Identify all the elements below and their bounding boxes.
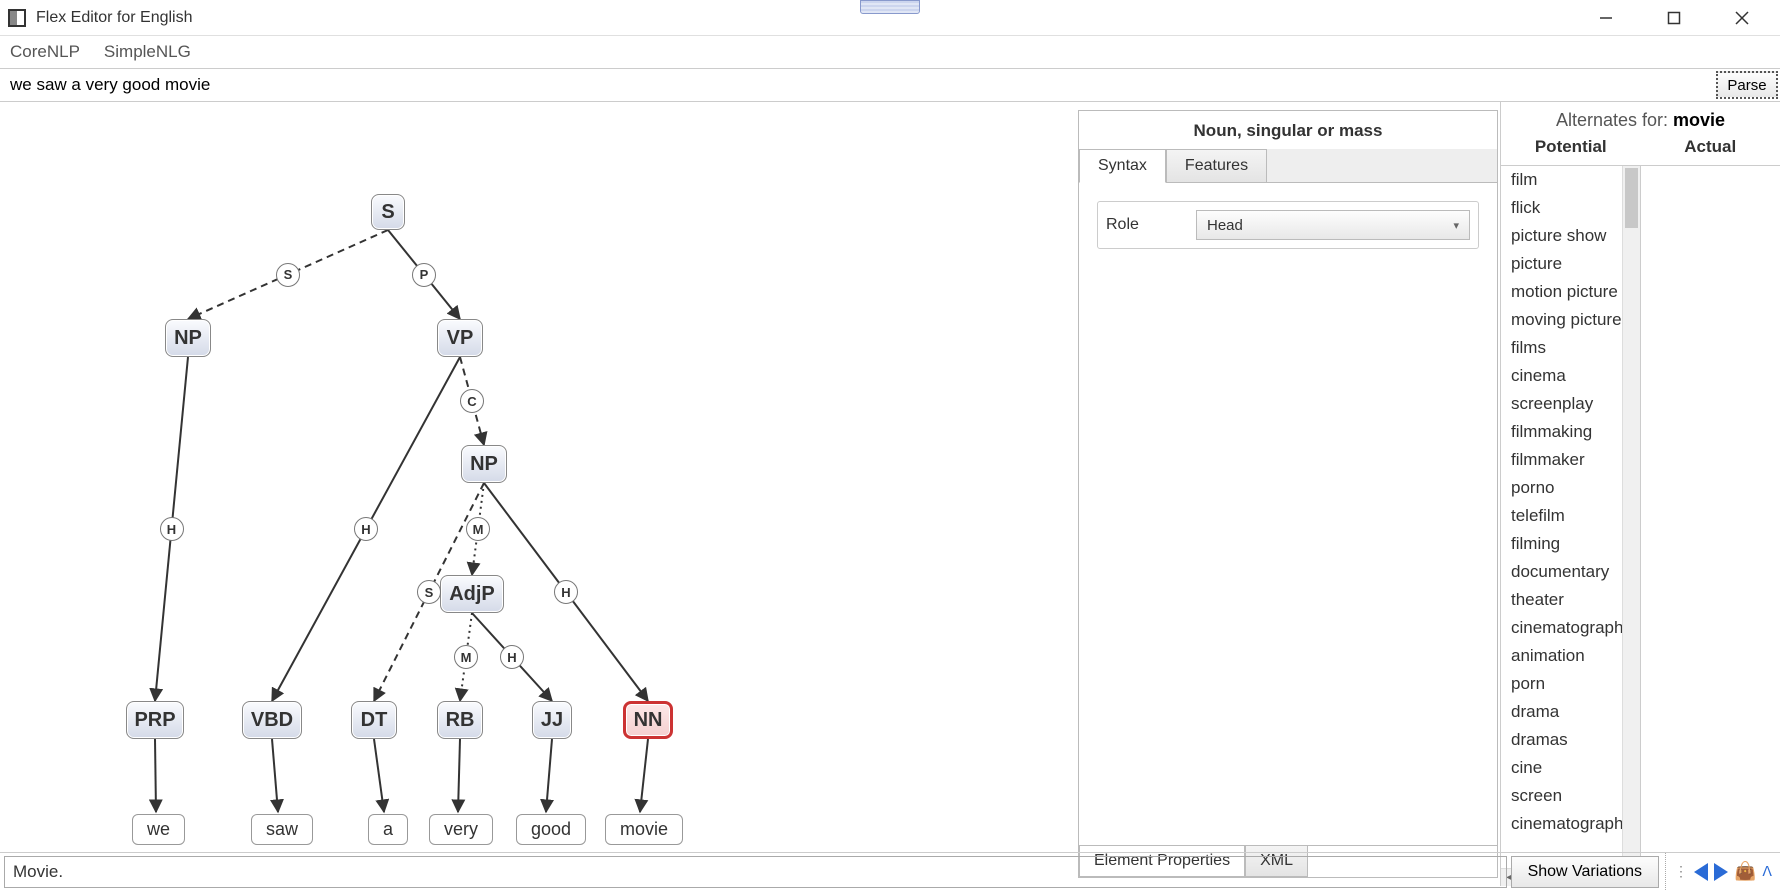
tree-node-NN[interactable]: NN [623,701,673,739]
list-item[interactable]: filming [1501,530,1622,558]
nav-prev-button[interactable] [1694,863,1708,881]
tree-node-VP[interactable]: VP [437,319,483,357]
list-item[interactable]: telefilm [1501,502,1622,530]
tree-svg [0,102,830,862]
list-item[interactable]: cinema [1501,362,1622,390]
edge-label: H [554,580,578,604]
parse-row: Parse [0,68,1780,102]
titlebar: Flex Editor for English [0,0,1780,36]
list-item[interactable]: animation [1501,642,1622,670]
tree-node-AdjP[interactable]: AdjP [440,575,504,613]
potential-list[interactable]: filmflickpicture showpicturemotion pictu… [1501,166,1641,886]
bag-icon[interactable]: 👜 [1734,861,1756,882]
tree-node-RB[interactable]: RB [437,701,483,739]
list-item[interactable]: screenplay [1501,390,1622,418]
window-title: Flex Editor for English [36,9,193,27]
menu-corenlp[interactable]: CoreNLP [10,42,80,62]
tree-node-NP1[interactable]: NP [165,319,211,357]
list-item[interactable]: films [1501,334,1622,362]
close-button[interactable] [1722,4,1762,32]
list-item[interactable]: film [1501,166,1622,194]
edge-label: S [276,263,300,287]
role-label: Role [1106,216,1196,234]
col-potential: Potential [1501,133,1641,165]
tree-node-DT[interactable]: DT [351,701,397,739]
list-item[interactable]: picture [1501,250,1622,278]
role-select-value: Head [1207,217,1243,234]
tree-leaf[interactable]: saw [251,814,313,845]
output-text: Movie. [4,856,1507,888]
list-item[interactable]: filmmaker [1501,446,1622,474]
alternates-title: Alternates for: movie [1501,102,1780,133]
tree-node-S[interactable]: S [371,194,405,230]
list-item[interactable]: cinematography [1501,614,1622,642]
role-select[interactable]: Head ▾ [1196,210,1470,240]
bottombar: Movie. Show Variations ⋮ 👜 ᐱ [0,852,1780,890]
sentence-input[interactable] [0,69,1714,101]
nav-next-button[interactable] [1714,863,1728,881]
list-item[interactable]: cinematographic [1501,810,1622,838]
tree-leaf[interactable]: we [132,814,185,845]
dots-icon: ⋮ [1674,863,1688,880]
list-item[interactable]: documentary [1501,558,1622,586]
edge-label: M [454,645,478,669]
list-item[interactable]: porno [1501,474,1622,502]
chevron-down-icon: ▾ [1453,219,1459,232]
list-item[interactable]: dramas [1501,726,1622,754]
list-item[interactable]: screen [1501,782,1622,810]
drag-handle[interactable] [860,0,920,14]
alternates-sidebar: Alternates for: movie Potential Actual f… [1500,102,1780,886]
list-item[interactable]: cine [1501,754,1622,782]
edge-label: M [466,517,490,541]
edge-label: H [160,517,184,541]
list-item[interactable]: picture show [1501,222,1622,250]
role-row: Role Head ▾ [1097,201,1479,249]
tab-syntax[interactable]: Syntax [1079,149,1166,183]
actual-list[interactable] [1641,166,1780,886]
scrollbar-vertical[interactable]: ▲ ▼ [1622,166,1640,868]
tree-node-VBD[interactable]: VBD [242,701,302,739]
tree-leaf[interactable]: a [368,814,408,845]
tree-leaf[interactable]: movie [605,814,683,845]
tree-node-NP2[interactable]: NP [461,445,507,483]
edge-label: H [500,645,524,669]
app-icon [8,9,26,27]
list-item[interactable]: motion picture [1501,278,1622,306]
chevron-up-icon[interactable]: ᐱ [1762,863,1772,880]
minimize-button[interactable] [1586,4,1626,32]
show-variations-button[interactable]: Show Variations [1511,856,1659,888]
list-item[interactable]: porn [1501,670,1622,698]
tree-area[interactable]: S NP VP NP AdjP PRP VBD DT RB JJ NN we saw avery goodm… [0,102,1078,886]
menu-simplenlg[interactable]: SimpleNLG [104,42,191,62]
properties-panel: Noun, singular or mass Syntax Features R… [1078,110,1498,878]
list-item[interactable]: drama [1501,698,1622,726]
list-item[interactable]: filmmaking [1501,418,1622,446]
edge-label: P [412,263,436,287]
list-item[interactable]: flick [1501,194,1622,222]
tree-node-JJ[interactable]: JJ [532,701,572,739]
list-item[interactable]: moving picture [1501,306,1622,334]
list-item[interactable]: theater [1501,586,1622,614]
tab-features[interactable]: Features [1166,149,1267,182]
edge-label: C [460,389,484,413]
tree-leaf[interactable]: good [516,814,586,845]
edge-label: S [417,580,441,604]
col-actual: Actual [1641,133,1780,165]
tree-node-PRP[interactable]: PRP [126,701,184,739]
scroll-thumb[interactable] [1625,168,1638,228]
menubar: CoreNLP SimpleNLG [0,36,1780,68]
parse-button[interactable]: Parse [1716,71,1778,99]
properties-top-tabs: Syntax Features [1079,149,1497,183]
edge-label: H [354,517,378,541]
properties-header: Noun, singular or mass [1079,111,1497,149]
tree-leaf[interactable]: very [429,814,493,845]
maximize-button[interactable] [1654,4,1694,32]
